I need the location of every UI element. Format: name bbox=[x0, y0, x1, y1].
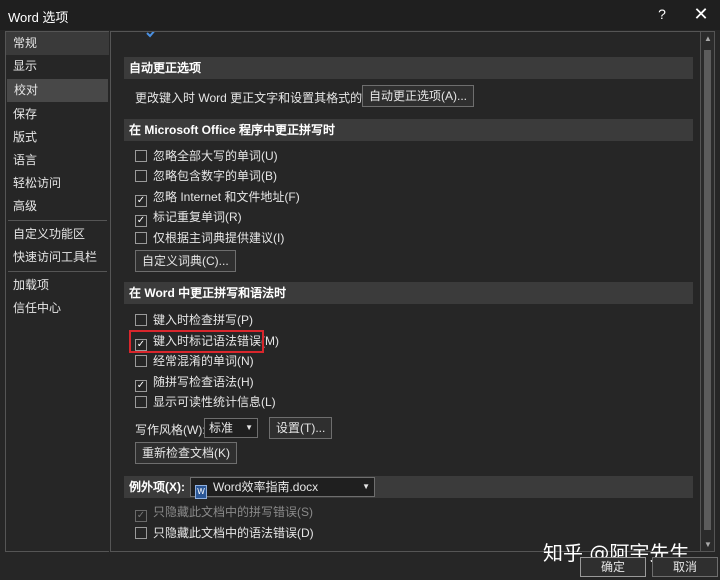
checkbox-unchecked[interactable] bbox=[135, 396, 147, 408]
sidebar-item-trust-center[interactable]: 信任中心 bbox=[6, 297, 109, 320]
option-main-dictionary-only[interactable]: 仅根据主词典提供建议(I) bbox=[135, 229, 284, 247]
option-label: 忽略 Internet 和文件地址(F) bbox=[153, 190, 300, 204]
help-button[interactable]: ? bbox=[652, 4, 672, 24]
option-label: 只隐藏此文档中的拼写错误(S) bbox=[153, 505, 313, 519]
option-readability-stats[interactable]: 显示可读性统计信息(L) bbox=[135, 393, 276, 411]
sidebar-item-proofing[interactable]: 校对 bbox=[7, 79, 108, 102]
checkbox-unchecked[interactable] bbox=[135, 355, 147, 367]
sidebar-item-save[interactable]: 保存 bbox=[6, 103, 109, 126]
option-hide-grammar-errors[interactable]: 只隐藏此文档中的语法错误(D) bbox=[135, 524, 314, 542]
exceptions-label: 例外项(X): bbox=[129, 480, 185, 494]
option-hide-spelling-errors: ✓ 只隐藏此文档中的拼写错误(S) bbox=[135, 503, 313, 522]
autocorrect-options-button[interactable]: 自动更正选项(A)... bbox=[362, 85, 474, 107]
checkbox-unchecked[interactable] bbox=[135, 150, 147, 162]
checkbox-unchecked[interactable] bbox=[135, 527, 147, 539]
sidebar-item-accessibility[interactable]: 轻松访问 bbox=[6, 172, 109, 195]
option-ignore-internet[interactable]: ✓ 忽略 Internet 和文件地址(F) bbox=[135, 188, 300, 207]
grammar-settings-button[interactable]: 设置(T)... bbox=[269, 417, 333, 439]
option-label: 显示可读性统计信息(L) bbox=[153, 395, 276, 409]
dialog-title: Word 选项 bbox=[8, 10, 69, 25]
option-label: 仅根据主词典提供建议(I) bbox=[153, 231, 285, 245]
proofing-content: 自动更正选项 更改键入时 Word 更正文字和设置其格式的方式: 自动更正选项(… bbox=[110, 31, 701, 552]
title-bar: Word 选项 ? ✕ bbox=[0, 0, 720, 30]
sidebar-item-quick-access-toolbar[interactable]: 快速访问工具栏 bbox=[6, 246, 109, 269]
option-label: 标记重复单词(R) bbox=[153, 210, 242, 224]
sidebar-divider bbox=[8, 220, 107, 221]
sidebar-item-display[interactable]: 显示 bbox=[6, 55, 109, 78]
option-label: 忽略包含数字的单词(B) bbox=[153, 169, 277, 183]
writing-style-value: 标准 bbox=[209, 421, 234, 435]
sidebar-item-layout[interactable]: 版式 bbox=[6, 126, 109, 149]
sidebar-item-customize-ribbon[interactable]: 自定义功能区 bbox=[6, 223, 109, 246]
checkbox-unchecked[interactable] bbox=[135, 314, 147, 326]
option-ignore-numbers[interactable]: 忽略包含数字的单词(B) bbox=[135, 167, 277, 185]
option-label: 只隐藏此文档中的语法错误(D) bbox=[153, 526, 314, 540]
option-label: 经常混淆的单词(N) bbox=[153, 354, 254, 368]
content-scrollbar[interactable]: ▲ ▼ bbox=[701, 31, 715, 552]
section-office-spelling: 在 Microsoft Office 程序中更正拼写时 bbox=[124, 119, 693, 141]
checkbox-checked[interactable]: ✓ bbox=[135, 215, 147, 227]
writing-style-label: 写作风格(W): bbox=[135, 423, 206, 437]
autocorrect-description: 更改键入时 Word 更正文字和设置其格式的方式: bbox=[135, 91, 390, 105]
option-label: 随拼写检查语法(H) bbox=[153, 375, 254, 389]
option-grammar-with-spelling[interactable]: ✓ 随拼写检查语法(H) bbox=[135, 373, 254, 392]
writing-style-select[interactable]: 标准 ▼ bbox=[204, 418, 258, 438]
checkbox-checked[interactable]: ✓ bbox=[135, 195, 147, 207]
cancel-button[interactable]: 取消 bbox=[652, 557, 718, 577]
option-confused-words[interactable]: 经常混淆的单词(N) bbox=[135, 352, 254, 370]
custom-dictionaries-button[interactable]: 自定义词典(C)... bbox=[135, 250, 236, 272]
checkbox-unchecked[interactable] bbox=[135, 170, 147, 182]
option-check-spelling[interactable]: 键入时检查拼写(P) bbox=[135, 311, 253, 329]
close-button[interactable]: ✕ bbox=[690, 3, 712, 25]
checkbox-checked-disabled: ✓ bbox=[135, 510, 147, 522]
option-ignore-uppercase[interactable]: 忽略全部大写的单词(U) bbox=[135, 147, 278, 165]
sidebar-divider bbox=[8, 271, 107, 272]
ok-button[interactable]: 确定 bbox=[580, 557, 646, 577]
word-options-dialog: Word 选项 ? ✕ 常规 显示 校对 保存 版式 语言 轻松访问 高级 自定… bbox=[0, 0, 720, 580]
dropdown-arrow-icon: ▼ bbox=[245, 423, 253, 432]
scroll-thumb[interactable] bbox=[704, 50, 711, 530]
option-flag-repeated[interactable]: ✓ 标记重复单词(R) bbox=[135, 208, 242, 227]
exceptions-document-select[interactable]: W Word效率指南.docx ▼ bbox=[190, 477, 375, 499]
option-label: 键入时检查拼写(P) bbox=[153, 313, 253, 327]
dropdown-arrow-icon: ▼ bbox=[362, 482, 370, 491]
checkbox-unchecked[interactable] bbox=[135, 232, 147, 244]
scroll-up-icon[interactable]: ▲ bbox=[704, 34, 712, 43]
proofing-abc-icon bbox=[131, 32, 157, 42]
section-word-grammar: 在 Word 中更正拼写和语法时 bbox=[124, 282, 693, 304]
scroll-down-icon[interactable]: ▼ bbox=[704, 540, 712, 549]
recheck-document-button[interactable]: 重新检查文档(K) bbox=[135, 442, 237, 464]
sidebar-item-addins[interactable]: 加载项 bbox=[6, 274, 109, 297]
sidebar-item-advanced[interactable]: 高级 bbox=[6, 195, 109, 218]
sidebar-item-general[interactable]: 常规 bbox=[6, 32, 109, 55]
sidebar-item-language[interactable]: 语言 bbox=[6, 149, 109, 172]
options-sidebar: 常规 显示 校对 保存 版式 语言 轻松访问 高级 自定义功能区 快速访问工具栏… bbox=[5, 31, 109, 552]
section-autocorrect: 自动更正选项 bbox=[124, 57, 693, 79]
option-label: 忽略全部大写的单词(U) bbox=[153, 149, 278, 163]
exceptions-document-value: Word效率指南.docx bbox=[213, 480, 319, 494]
highlight-annotation-box bbox=[129, 330, 264, 353]
checkbox-checked[interactable]: ✓ bbox=[135, 380, 147, 392]
word-document-icon: W bbox=[195, 485, 207, 499]
